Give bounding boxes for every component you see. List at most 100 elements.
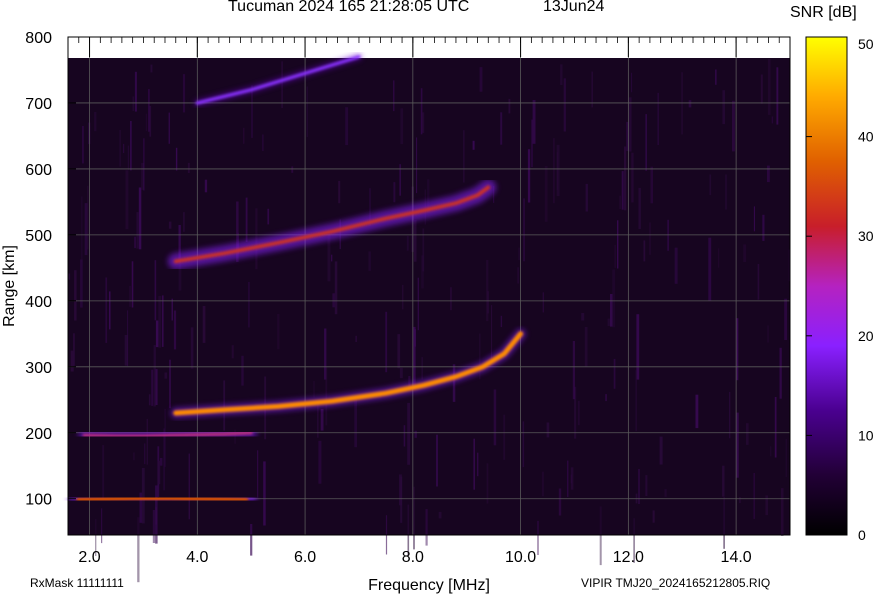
noise-stripe [152,510,155,543]
noise-stripe [109,291,111,330]
noise-stripe [649,222,651,255]
noise-stripe [417,277,419,331]
noise-stripe [325,367,328,426]
noise-stripe [619,195,621,210]
noise-stripe [546,422,550,438]
noise-stripe [553,138,555,204]
noise-stripe [605,394,607,402]
noise-stripe [175,147,178,171]
colorbar-tick-label: 20 [858,328,874,344]
noise-stripe [585,183,588,212]
noise-stripe [70,350,74,372]
x-tick-label: 4.0 [186,549,208,566]
noise-stripe [124,335,128,366]
noise-stripe [767,325,769,343]
noise-stripe [652,510,655,523]
noise-stripe [645,114,647,171]
noise-stripe [136,212,139,249]
noise-stripe [664,489,667,497]
noise-stripe [262,134,264,151]
noise-stripe [171,298,173,321]
noise-stripe [168,221,172,229]
noise-stripe [413,486,415,550]
noise-stripe [438,511,442,519]
noise-stripe [544,166,548,222]
noise-stripe [500,112,503,145]
noise-stripe [414,329,416,347]
noise-stripe [400,476,403,523]
noise-stripe [355,335,357,342]
noise-stripe [187,162,190,173]
noise-stripe [277,313,280,350]
noise-stripe [784,298,788,340]
noise-stripe [760,74,763,104]
noise-stripe [491,305,493,360]
noise-stripe [397,334,401,369]
noise-stripe [635,370,637,432]
noise-stripe [393,182,396,203]
noise-stripe [708,237,712,301]
noise-stripe [599,506,602,566]
noise-stripe [414,430,417,438]
noise-stripe [776,67,779,125]
noise-stripe [542,292,544,313]
noise-stripe [143,138,145,191]
noise-stripe [148,394,151,406]
colorbar-tick-label: 40 [858,129,874,145]
noise-stripe [518,247,520,261]
x-tick-label: 12.0 [613,549,644,566]
noise-stripe [158,295,162,348]
noise-stripe [452,364,456,402]
noise-stripe [94,112,97,132]
noise-stripe [327,233,331,282]
noise-stripe [523,198,525,262]
noise-stripe [563,78,566,132]
ionogram-chart: 2.0 4.0 6.0 8.0 10.0 12.0 14.0 100200300400500… [1,30,874,594]
noise-stripe [137,517,140,583]
noise-stripe [157,460,161,485]
noise-stripe [422,112,425,133]
noise-stripe [413,220,417,262]
noise-stripe [614,244,616,268]
noise-stripe [450,287,452,311]
y-axis-label: Range [km] [1,245,18,327]
noise-stripe [527,149,531,203]
noise-stripe [82,126,84,164]
noise-stripe [132,96,135,111]
noise-stripe [393,80,395,112]
noise-stripe [767,165,770,183]
noise-stripe [248,282,250,328]
noise-stripe [723,497,725,549]
y-tick-label: 800 [25,30,52,47]
noise-stripe [190,327,194,369]
noise-stripe [636,314,640,380]
noise-stripe [508,98,511,114]
noise-stripe [560,64,563,85]
noise-stripe [725,174,728,210]
noise-stripe [148,89,150,132]
noise-stripe [532,100,536,144]
noise-stripe [638,187,641,229]
noise-stripe [138,187,142,250]
noise-stripe [119,129,121,167]
noise-stripe [607,318,610,326]
noise-stripe [159,458,163,466]
noise-stripe [318,440,322,484]
noise-stripe [436,434,438,487]
noise-stripe [643,240,646,262]
noise-stripe [503,414,506,460]
noise-stripe [263,461,266,526]
noise-stripe [168,112,170,144]
noise-stripe [781,488,784,536]
noise-stripe [291,166,294,173]
noise-stripe [709,174,712,196]
noise-stripe [125,170,129,230]
noise-stripe [421,255,424,289]
colorbar-tick-label: 50 [858,36,874,52]
noise-stripe [338,180,341,204]
noise-stripe [204,179,208,193]
noise-stripe [182,74,186,113]
noise-stripe [584,327,588,367]
noise-stripe [650,166,653,204]
noise-stripe [572,341,575,400]
